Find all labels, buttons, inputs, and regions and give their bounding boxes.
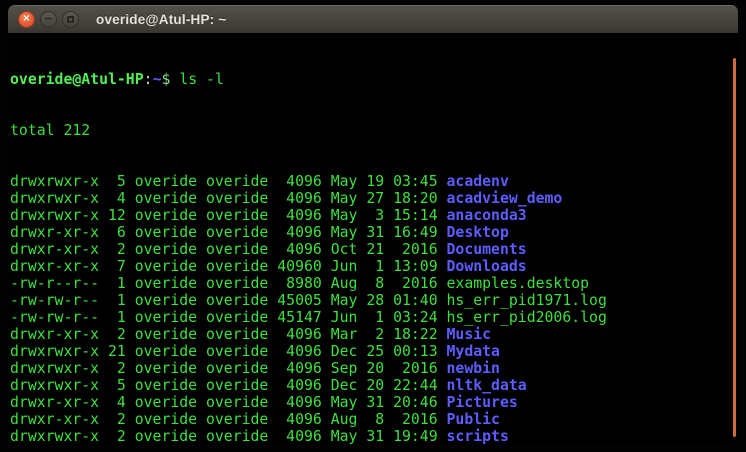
file-meta: drwxr-xr-x 2 overide overide 4096 Oct 21… xyxy=(10,241,447,258)
file-meta: drwxr-xr-x 6 overide overide 4096 May 31… xyxy=(10,224,447,241)
command-text: ls -l xyxy=(179,71,224,88)
terminal-row: drwxrwxr-x 2 overide overide 4096 May 31… xyxy=(10,428,738,445)
directory-name: Pictures xyxy=(446,394,518,411)
directory-name: Music xyxy=(446,326,492,343)
window-title: overide@Atul-HP: ~ xyxy=(96,12,227,27)
terminal-row: drwxr-xr-x 6 overide overide 4096 May 31… xyxy=(10,224,738,241)
file-meta: drwxr-xr-x 2 overide overide 4096 Mar 2 … xyxy=(10,326,447,343)
file-meta: -rw-r--r-- 1 overide overide 8980 Aug 8 … xyxy=(10,275,447,292)
directory-name: acadview_demo xyxy=(446,190,563,207)
close-button[interactable]: × xyxy=(18,11,35,28)
terminal-row: -rw-rw-r-- 1 overide overide 45005 May 2… xyxy=(10,292,738,309)
file-meta: drwxrwxr-x 2 overide overide 4096 May 31… xyxy=(10,428,447,445)
prompt-user-host: overide@Atul-HP xyxy=(10,71,144,88)
file-list: drwxrwxr-x 5 overide overide 4096 May 19… xyxy=(10,173,738,445)
terminal-row: drwxr-xr-x 2 overide overide 4096 Mar 2 … xyxy=(10,326,738,343)
terminal-row: drwxr-xr-x 2 overide overide 4096 Oct 21… xyxy=(10,241,738,258)
directory-name: scripts xyxy=(446,428,509,445)
terminal-row: drwxrwxr-x 5 overide overide 4096 May 19… xyxy=(10,173,738,190)
prompt-colon: : xyxy=(143,71,153,88)
terminal-row: drwxr-xr-x 2 overide overide 4096 Aug 8 … xyxy=(10,411,738,428)
maximize-button[interactable] xyxy=(62,11,79,28)
terminal-row: drwxrwxr-x 4 overide overide 4096 May 27… xyxy=(10,190,738,207)
terminal-row: drwxr-xr-x 4 overide overide 4096 May 31… xyxy=(10,394,738,411)
terminal-row: -rw-rw-r-- 1 overide overide 45147 Jun 1… xyxy=(10,309,738,326)
close-icon: × xyxy=(22,12,31,24)
file-name: hs_err_pid1971.log xyxy=(446,292,607,309)
terminal-screen[interactable]: overide@Atul-HP:~$ ls -l total 212 drwxr… xyxy=(8,33,738,445)
terminal-window: × − overide@Atul-HP: ~ overide@Atul-HP:~… xyxy=(8,5,738,445)
minimize-button[interactable]: − xyxy=(40,11,57,28)
title-bar[interactable]: × − overide@Atul-HP: ~ xyxy=(8,5,738,33)
directory-name: Public xyxy=(446,411,500,428)
file-meta: drwxr-xr-x 7 overide overide 40960 Jun 1… xyxy=(10,258,447,275)
directory-name: Downloads xyxy=(446,258,527,275)
file-meta: drwxrwxr-x 21 overide overide 4096 Dec 2… xyxy=(10,343,447,360)
directory-name: nltk_data xyxy=(446,377,527,394)
terminal-row: drwxrwxr-x 12 overide overide 4096 May 3… xyxy=(10,207,738,224)
file-meta: drwxrwxr-x 5 overide overide 4096 Dec 20… xyxy=(10,377,447,394)
file-meta: drwxrwxr-x 5 overide overide 4096 May 19… xyxy=(10,173,447,190)
file-meta: -rw-rw-r-- 1 overide overide 45147 Jun 1… xyxy=(10,309,447,326)
prompt-dollar: $ xyxy=(161,71,180,88)
directory-name: Desktop xyxy=(446,224,509,241)
minimize-icon: − xyxy=(43,12,54,25)
directory-name: anaconda3 xyxy=(446,207,527,224)
prompt-line-command: overide@Atul-HP:~$ ls -l xyxy=(10,71,738,88)
file-name: hs_err_pid2006.log xyxy=(446,309,607,326)
total-line: total 212 xyxy=(10,122,91,139)
scrollbar-thumb[interactable] xyxy=(733,58,736,437)
terminal-row: -rw-r--r-- 1 overide overide 8980 Aug 8 … xyxy=(10,275,738,292)
directory-name: acadenv xyxy=(446,173,509,190)
file-meta: drwxrwxr-x 4 overide overide 4096 May 27… xyxy=(10,190,447,207)
directory-name: Mydata xyxy=(446,343,500,360)
terminal-row: drwxr-xr-x 7 overide overide 40960 Jun 1… xyxy=(10,258,738,275)
directory-name: Documents xyxy=(446,241,527,258)
terminal-row: drwxrwxr-x 5 overide overide 4096 Dec 20… xyxy=(10,377,738,394)
directory-name: newbin xyxy=(446,360,500,377)
file-meta: drwxr-xr-x 2 overide overide 4096 Aug 8 … xyxy=(10,411,447,428)
terminal-row: drwxrwxr-x 2 overide overide 4096 Sep 20… xyxy=(10,360,738,377)
file-meta: drwxrwxr-x 12 overide overide 4096 May 3… xyxy=(10,207,447,224)
file-name: examples.desktop xyxy=(446,275,590,292)
file-meta: drwxr-xr-x 4 overide overide 4096 May 31… xyxy=(10,394,447,411)
maximize-icon xyxy=(67,16,74,23)
terminal-row: drwxrwxr-x 21 overide overide 4096 Dec 2… xyxy=(10,343,738,360)
file-meta: -rw-rw-r-- 1 overide overide 45005 May 2… xyxy=(10,292,447,309)
file-meta: drwxrwxr-x 2 overide overide 4096 Sep 20… xyxy=(10,360,447,377)
